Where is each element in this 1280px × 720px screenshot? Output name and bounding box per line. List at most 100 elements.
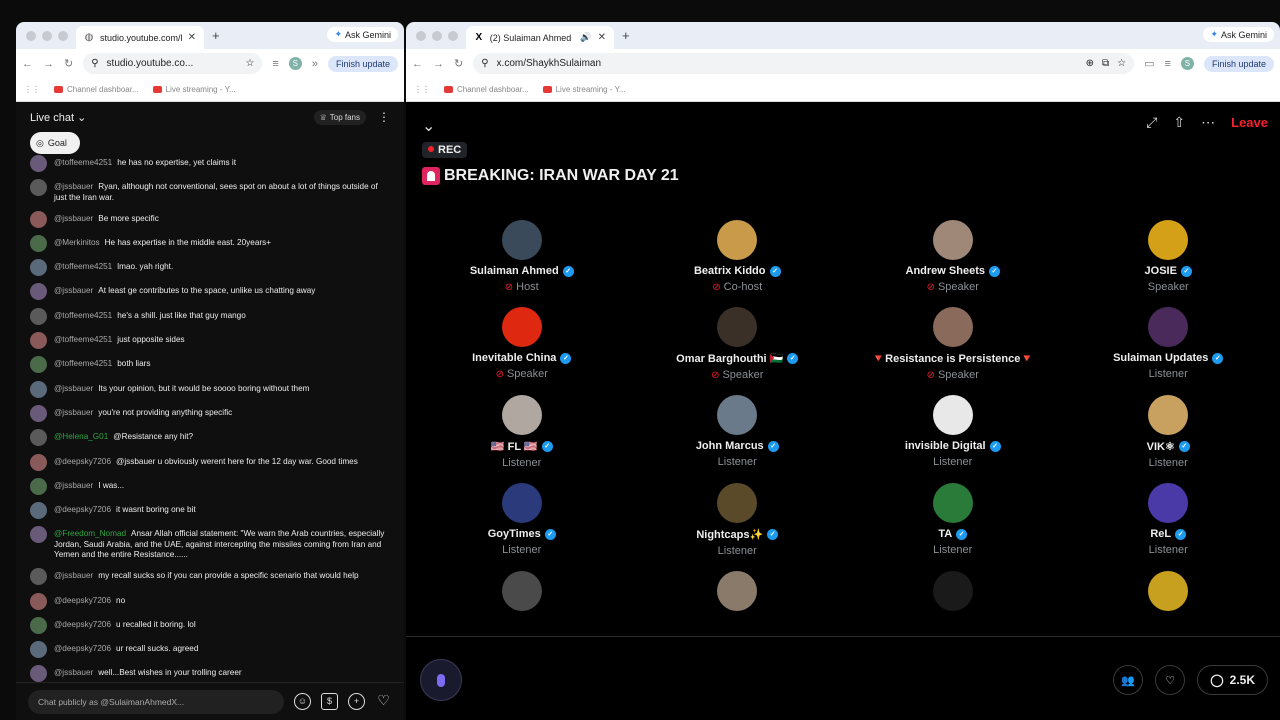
- reload-icon[interactable]: ↻: [64, 57, 73, 70]
- ask-gemini-button[interactable]: ✦ Ask Gemini: [327, 27, 398, 42]
- participant[interactable]: 🇺🇸 FL 🇺🇸 ✓ Listener: [414, 395, 630, 469]
- apps-icon[interactable]: ⋮⋮: [414, 85, 430, 94]
- bookmark-live-streaming[interactable]: Live streaming - Y...: [152, 85, 236, 94]
- participant-avatar[interactable]: [932, 220, 973, 260]
- avatar[interactable]: [30, 404, 47, 422]
- participant[interactable]: VIK⚛ ✓ Listener: [1061, 395, 1277, 469]
- bookmark-star-icon[interactable]: ☆: [245, 58, 254, 69]
- chat-username[interactable]: @toffeeme4251: [54, 359, 112, 368]
- super-chat-icon[interactable]: $: [321, 693, 338, 710]
- participant-avatar[interactable]: [501, 571, 542, 611]
- chat-username[interactable]: @jssbauer: [54, 384, 93, 393]
- more-tabs-icon[interactable]: »: [312, 58, 318, 70]
- bookmark-channel-dashboard[interactable]: Channel dashboar...: [54, 85, 139, 94]
- apps-icon[interactable]: ⋮⋮: [24, 85, 40, 94]
- participant[interactable]: TA ✓ Listener: [845, 483, 1061, 557]
- tab-x-profile[interactable]: X (2) Sulaiman Ahmed (@Sh 🔊 ✕: [466, 26, 614, 49]
- avatar[interactable]: [30, 502, 47, 520]
- chat-username[interactable]: @jssbauer: [54, 408, 93, 417]
- avatar[interactable]: [30, 380, 47, 398]
- avatar[interactable]: [30, 641, 47, 659]
- participant-avatar[interactable]: [501, 307, 542, 347]
- people-button[interactable]: 👥: [1113, 665, 1144, 695]
- avatar[interactable]: [30, 283, 47, 301]
- install-icon[interactable]: ⧉: [1102, 58, 1109, 69]
- chat-username[interactable]: @jssbauer: [54, 286, 93, 295]
- chat-username[interactable]: @deepsky7206: [54, 596, 111, 605]
- avatar[interactable]: [30, 616, 47, 634]
- participant-avatar[interactable]: [501, 395, 542, 435]
- participant[interactable]: Sulaiman Ahmed ✓ ⊘ Host: [414, 220, 630, 293]
- participant-avatar[interactable]: [501, 220, 542, 260]
- participant-avatar[interactable]: [717, 483, 758, 523]
- chat-input[interactable]: Chat publicly as @SulaimanAhmedX...: [28, 689, 284, 714]
- collapse-chevron-icon[interactable]: ⌄: [422, 116, 435, 136]
- participant[interactable]: Sulaiman Updates ✓ Listener: [1061, 307, 1277, 381]
- chat-username[interactable]: @jssbauer: [54, 214, 93, 223]
- more-options-icon[interactable]: ⋮: [378, 110, 390, 124]
- avatar[interactable]: [30, 568, 47, 586]
- minimize-icon[interactable]: ⤢: [1146, 114, 1157, 131]
- chat-username[interactable]: @deepsky7206: [54, 457, 111, 466]
- chat-username[interactable]: @jssbauer: [54, 182, 93, 191]
- reload-icon[interactable]: ↻: [454, 57, 463, 70]
- participant-avatar[interactable]: [932, 395, 973, 435]
- participant[interactable]: Inevitable China ✓ ⊘ Speaker: [414, 307, 630, 381]
- participant-avatar[interactable]: [932, 483, 973, 523]
- chat-username[interactable]: @jssbauer: [54, 481, 93, 490]
- goal-button[interactable]: ◎ Goal: [30, 132, 80, 154]
- chat-username[interactable]: @jssbauer: [54, 571, 93, 580]
- avatar[interactable]: [30, 356, 47, 374]
- participant-avatar[interactable]: [1148, 307, 1189, 347]
- avatar[interactable]: [30, 179, 47, 197]
- chat-username[interactable]: @deepsky7206: [54, 505, 111, 514]
- site-info-icon[interactable]: ⚲: [91, 58, 98, 69]
- participant-avatar[interactable]: [1148, 571, 1189, 611]
- participant[interactable]: [845, 571, 1061, 616]
- new-tab-button[interactable]: +: [204, 28, 228, 43]
- chat-username[interactable]: @deepsky7206: [54, 644, 111, 653]
- participant[interactable]: Omar Barghouthi 🇵🇸 ✓ ⊘ Speaker: [630, 307, 846, 381]
- participant-avatar[interactable]: [1148, 220, 1189, 260]
- site-info-icon[interactable]: ⚲: [481, 58, 488, 69]
- close-tab-icon[interactable]: ✕: [598, 32, 606, 43]
- emoji-icon[interactable]: ☺: [294, 693, 311, 710]
- more-icon[interactable]: ⋯: [1201, 114, 1215, 131]
- forward-icon[interactable]: →: [433, 58, 444, 70]
- reactions-button[interactable]: ♡: [1155, 665, 1186, 695]
- avatar[interactable]: [30, 307, 47, 325]
- finish-update-button[interactable]: Finish update: [327, 55, 398, 72]
- chat-username[interactable]: @Merkinitos: [54, 238, 100, 247]
- participant[interactable]: [414, 571, 630, 616]
- finish-update-button[interactable]: Finish update: [1203, 55, 1274, 72]
- bookmark-star-icon[interactable]: ☆: [1117, 58, 1126, 69]
- profile-avatar[interactable]: S: [288, 57, 302, 70]
- leave-button[interactable]: Leave: [1231, 115, 1268, 130]
- participant[interactable]: Nightcaps✨ ✓ Listener: [630, 483, 846, 557]
- participant[interactable]: invisible Digital ✓ Listener: [845, 395, 1061, 469]
- zoom-icon[interactable]: ⊕: [1086, 58, 1094, 69]
- participant[interactable]: John Marcus ✓ Listener: [630, 395, 846, 469]
- participant[interactable]: [630, 571, 846, 616]
- avatar[interactable]: [30, 234, 47, 252]
- participant[interactable]: [1061, 571, 1277, 616]
- participant[interactable]: Andrew Sheets ✓ ⊘ Speaker: [845, 220, 1061, 293]
- chat-username[interactable]: @toffeeme4251: [54, 311, 112, 320]
- heart-icon[interactable]: ♡: [375, 693, 392, 710]
- avatar[interactable]: [30, 155, 47, 172]
- bookmark-channel-dashboard[interactable]: Channel dashboar...: [444, 85, 529, 94]
- back-icon[interactable]: ←: [412, 58, 423, 70]
- avatar[interactable]: [30, 526, 47, 544]
- avatar[interactable]: [30, 332, 47, 350]
- participant[interactable]: 🔻Resistance is Persistence🔻 ⊘ Speaker: [845, 307, 1061, 381]
- profile-avatar[interactable]: S: [1180, 57, 1194, 70]
- participant-avatar[interactable]: [932, 307, 973, 347]
- participant[interactable]: Beatrix Kiddo ✓ ⊘ Co-host: [630, 220, 846, 293]
- chat-username[interactable]: @deepsky7206: [54, 620, 111, 629]
- chat-username[interactable]: @toffeeme4251: [54, 335, 112, 344]
- url-field[interactable]: ⚲ studio.youtube.co... ☆: [83, 53, 263, 74]
- avatar[interactable]: [30, 592, 47, 610]
- avatar[interactable]: [30, 453, 47, 471]
- participant-avatar[interactable]: [1148, 483, 1189, 523]
- chat-username[interactable]: @toffeeme4251: [54, 262, 112, 271]
